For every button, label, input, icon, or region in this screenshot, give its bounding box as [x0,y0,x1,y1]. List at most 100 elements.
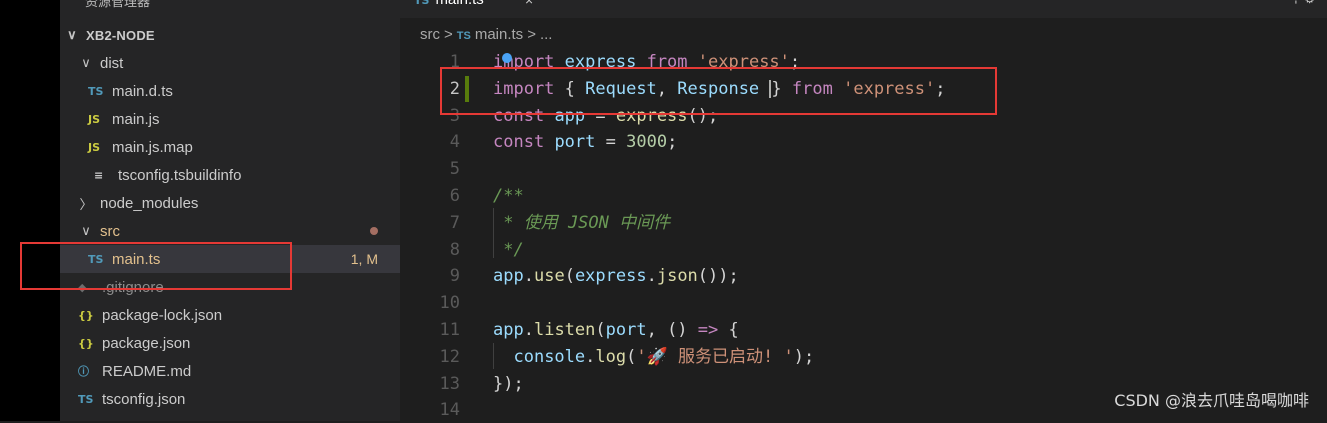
line-number: 4 [449,132,460,153]
code-token: . [585,346,596,367]
code-token: * 使用 JSON 中间件 [493,212,671,233]
line-number: 7 [449,212,460,233]
line-number: 5 [449,159,460,180]
chevron-down-icon: ∨ [67,27,77,42]
code-line[interactable]: 9 app.use(express.json()); [400,263,1327,289]
code-text: /** [493,183,524,209]
lightbulb-icon[interactable] [502,53,512,63]
explorer-title: 资源管理器 [85,0,151,9]
code-token: port [554,132,596,153]
tree-item-label: package.json [102,334,191,352]
tree-file-readme-md[interactable]: ⓘ README.md [60,357,400,385]
json-file-icon: {} [78,336,94,350]
tree-item-label: tsconfig.tsbuildinfo [118,166,242,184]
code-text: const port = 3000; [493,129,677,155]
ts-file-icon: TS [456,30,471,42]
editor-area: TSmain.ts × ⊹ ⚙ src>TSmain.ts>... 1impor… [400,0,1327,421]
code-token: */ [493,239,524,260]
activity-bar [0,0,60,421]
watermark: CSDN @浪去爪哇岛喝咖啡 [1114,391,1309,410]
tree-item-label: tsconfig.json [102,390,186,408]
code-token: json [656,266,698,287]
code-text: app.use(express.json()); [493,263,739,289]
annotation-box-import-line [440,67,997,115]
modified-dot-icon [370,227,378,235]
tree-item-label: main.js.map [112,138,193,156]
code-text: */ [493,237,524,263]
explorer-sidebar: 资源管理器 ∨ XB2-NODE ∨ dist TS main.d.ts JS main.… [60,0,400,421]
tree-item-label: src [100,222,120,240]
code-token: /** [493,186,524,206]
project-folder[interactable]: ∨ XB2-NODE [60,21,400,49]
code-line[interactable]: 4 const port = 3000; [400,129,1327,155]
code-token: ()); [697,266,739,287]
editor-actions-icon[interactable]: ⊹ ⚙ [1291,0,1315,6]
code-token: ); [793,346,815,367]
code-line[interactable]: 11 app.listen(port, () => { [400,317,1327,343]
code-line[interactable]: 12 console.log('🚀 服务已启动! '); [400,344,1327,370]
code-token: ( [564,266,575,287]
tree-item-label: README.md [102,362,192,380]
tree-item-label: main.d.ts [112,82,173,100]
chevron-down-icon: ∨ [81,223,91,238]
code-token: ( [595,320,606,340]
breadcrumb-src[interactable]: src [420,26,440,43]
line-number: 10 [439,293,460,314]
code-token: => [697,320,719,340]
code-token: port [605,320,647,340]
ts-file-icon: TS [88,84,104,98]
code-line[interactable]: 7 * 使用 JSON 中间件 [400,210,1327,236]
code-line[interactable]: 8 */ [400,237,1327,263]
close-icon[interactable]: × [525,0,533,8]
line-number: 9 [449,266,460,287]
line-number: 13 [439,373,460,394]
line-number: 12 [439,346,460,367]
code-token: app [493,266,524,287]
tab-label: main.ts [435,0,483,8]
tree-file-main-js[interactable]: JS main.js [60,105,400,133]
code-token: . [523,266,534,287]
breadcrumb: src > TS main.ts >... [420,26,552,43]
code-token: , () [646,320,698,340]
code-token: = [595,132,627,153]
status-badge: 1, M [350,251,378,267]
chevron-right-icon: 〉 [79,196,93,212]
tree-file-main-js-map[interactable]: JS main.js.map [60,133,400,161]
code-token: app [493,320,524,340]
line-number: 8 [449,239,460,260]
code-line[interactable]: 5 [400,156,1327,182]
code-token: . [646,266,657,287]
line-number: 14 [439,400,460,421]
tsjson-file-icon: TS [78,392,94,406]
tree-file-package-json[interactable]: {} package.json [60,329,400,357]
tree-file-tsconfig-tsbuildinfo[interactable]: ≡ tsconfig.tsbuildinfo [60,161,400,189]
tree-file-package-lock-json[interactable]: {} package-lock.json [60,301,400,329]
chevron-right-icon: > [527,26,536,43]
code-token: 3000 [626,132,668,153]
code-text: app.listen(port, () => { [493,317,739,343]
tree-file-tsconfig-json[interactable]: TS tsconfig.json [60,385,400,413]
code-token: listen [533,320,596,340]
code-token: { [718,320,739,340]
tree-item-label: node_modules [100,194,199,212]
code-token: ( [626,346,637,367]
code-line[interactable]: 10 [400,290,1327,316]
code-text: * 使用 JSON 中间件 [493,210,670,236]
code-text: console.log('🚀 服务已启动! '); [493,344,814,370]
tree-file-main-d-ts[interactable]: TS main.d.ts [60,77,400,105]
breadcrumb-symbols[interactable]: ... [540,26,553,43]
code-line[interactable]: 6 /** [400,183,1327,209]
info-file-icon: ⓘ [78,365,89,378]
code-text: }); [493,371,524,397]
project-name: XB2-NODE [86,27,155,43]
tree-folder-dist[interactable]: ∨ dist [60,49,400,77]
tab-main-ts[interactable]: TS main.ts [414,0,484,8]
tree-folder-src[interactable]: ∨ src [60,217,400,245]
json-file-icon: {} [78,308,94,322]
code-token: . [523,320,534,340]
js-file-icon: JS [88,112,101,126]
tree-folder-node-modules[interactable]: 〉 node_modules [60,189,400,217]
annotation-box-main-ts [20,242,292,290]
breadcrumb-file[interactable]: main.ts [475,26,523,43]
